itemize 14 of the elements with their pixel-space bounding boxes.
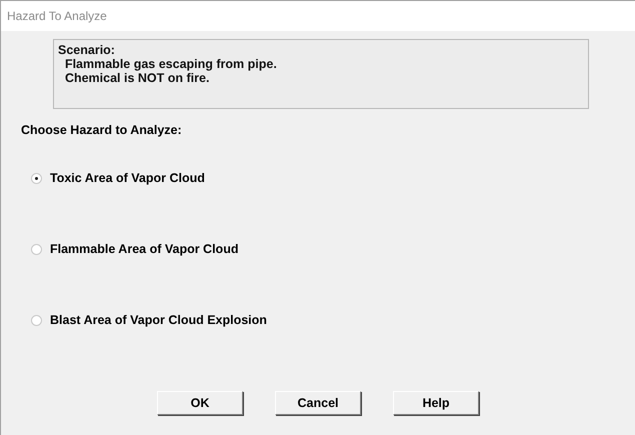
dialog-button[interactable]: Help [393,391,479,415]
radio-button[interactable] [31,244,42,254]
hazard-prompt: Choose Hazard to Analyze: [21,123,183,137]
window-title: Hazard To Analyze [7,9,107,23]
option-label[interactable]: Blast Area of Vapor Cloud Explosion [50,313,267,327]
scenario-text: Chemical is NOT on fire. [64,71,210,85]
option-label[interactable]: Flammable Area of Vapor Cloud [50,242,238,256]
radio-button[interactable] [31,314,42,326]
dialog-button[interactable]: OK [157,391,243,415]
scenario-text: Scenario: [58,43,116,57]
option-label[interactable]: Toxic Area of Vapor Cloud [50,171,205,185]
scenario-text: Flammable gas escaping from pipe. [64,57,278,71]
radio-button[interactable] [31,172,42,184]
dialog-button[interactable]: Cancel [275,391,361,415]
